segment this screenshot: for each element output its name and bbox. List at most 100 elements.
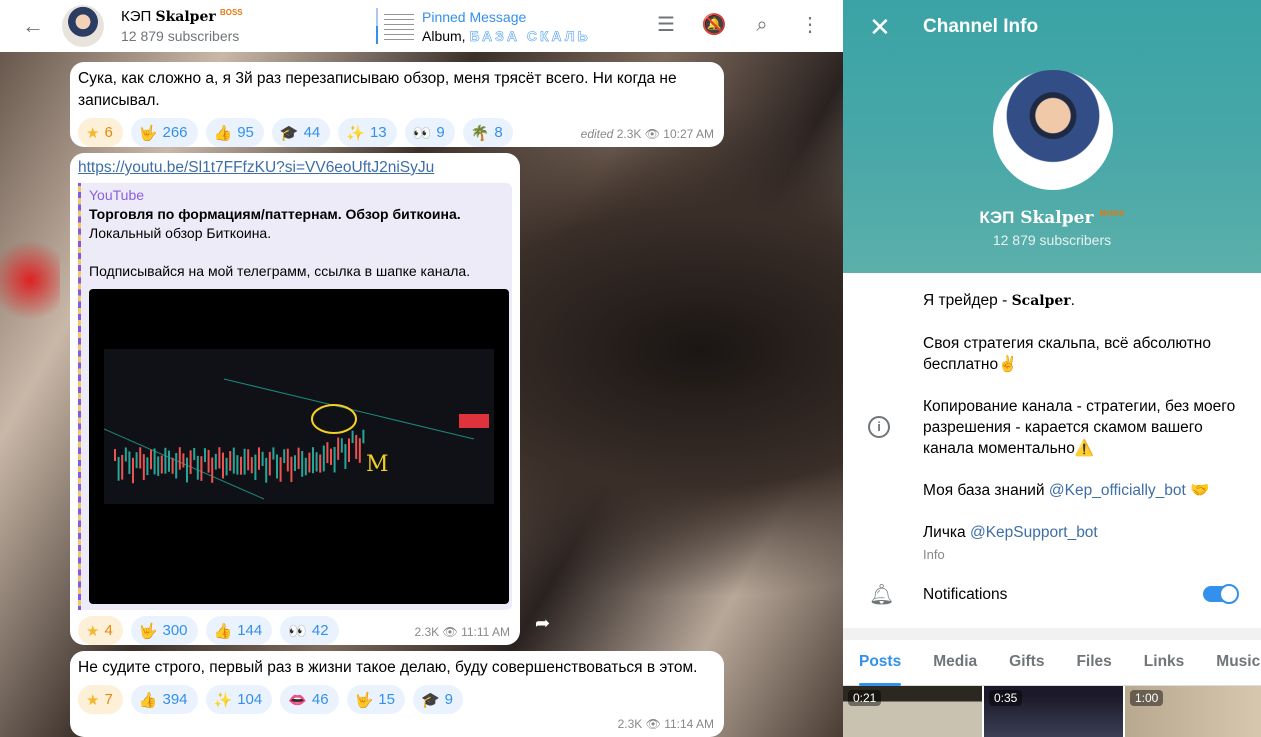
candle-mark bbox=[290, 456, 293, 483]
divider bbox=[843, 628, 1261, 640]
reaction-count: 9 bbox=[444, 691, 454, 708]
reaction[interactable]: 👀 42 bbox=[280, 616, 339, 645]
reaction[interactable]: 🤟 15 bbox=[346, 685, 405, 714]
candle-mark bbox=[236, 455, 239, 475]
tab-media[interactable]: Media bbox=[917, 640, 993, 685]
candle-mark bbox=[312, 447, 314, 474]
pinned-list-icon[interactable]: ☰ bbox=[653, 12, 679, 38]
message-text: Не судите строго, первый раз в жизни так… bbox=[78, 659, 698, 676]
video-thumbnail[interactable]: 1:00 bbox=[1125, 686, 1261, 737]
tab-music[interactable]: Music bbox=[1200, 640, 1261, 685]
more-menu-icon[interactable]: ⋮ bbox=[797, 12, 823, 38]
video-thumbnail[interactable]: 0:35 bbox=[984, 686, 1123, 737]
reaction[interactable]: ✨ 104 bbox=[205, 685, 273, 714]
tab-gifts[interactable]: Gifts bbox=[993, 640, 1060, 685]
tab-files[interactable]: Files bbox=[1060, 640, 1127, 685]
reaction-count: 394 bbox=[162, 691, 188, 708]
candle-mark bbox=[164, 447, 167, 474]
notifications-row[interactable]: 🔔︎ Notifications bbox=[843, 580, 1261, 610]
candle-mark bbox=[132, 457, 134, 484]
media-tabs: Posts Media Gifts Files Links Music bbox=[843, 640, 1261, 686]
reaction[interactable]: 👍 144 bbox=[205, 616, 273, 645]
preview-title: Торговля по формациям/паттернам. Обзор б… bbox=[89, 206, 461, 222]
candle-mark bbox=[200, 456, 203, 481]
tab-links[interactable]: Links bbox=[1128, 640, 1200, 685]
message-time: 10:27 AM bbox=[663, 127, 714, 141]
reaction-star[interactable]: ★ 7 bbox=[78, 685, 123, 714]
share-icon[interactable]: ➦ bbox=[535, 613, 559, 637]
reaction-count: 300 bbox=[162, 622, 188, 639]
candle-mark bbox=[168, 450, 170, 472]
eyes-icon: 👀 bbox=[412, 124, 432, 142]
desc-text: . bbox=[1070, 292, 1075, 309]
candle-mark bbox=[333, 446, 336, 473]
video-thumbnail[interactable]: 0:21 bbox=[843, 686, 982, 737]
subscriber-count: 12 879 subscribers bbox=[121, 28, 240, 44]
mute-bell-icon[interactable]: 🔕 bbox=[701, 12, 727, 38]
view-count: 2.3K bbox=[616, 127, 642, 141]
back-arrow-icon[interactable]: ← bbox=[22, 13, 44, 39]
notifications-toggle[interactable] bbox=[1203, 584, 1239, 604]
reaction[interactable]: 🎓 44 bbox=[271, 118, 331, 147]
candle-mark bbox=[175, 453, 178, 479]
support-link[interactable]: @KepSupport_bot bbox=[970, 524, 1098, 541]
pinned-prefix: Album, bbox=[422, 27, 466, 44]
message-time: 11:14 AM bbox=[664, 717, 714, 731]
candle-mark bbox=[204, 448, 206, 463]
reaction[interactable]: 👄 46 bbox=[280, 685, 339, 714]
star-icon: ★ bbox=[86, 691, 100, 709]
candle-mark bbox=[196, 455, 199, 480]
preview-image[interactable]: M bbox=[89, 289, 509, 604]
trading-chart-screenshot: M bbox=[103, 349, 494, 504]
message-meta: 2.3K 👁 11:11 AM bbox=[414, 625, 510, 639]
reaction-count: 95 bbox=[237, 124, 254, 141]
channel-avatar[interactable] bbox=[993, 70, 1113, 190]
star-icon: ★ bbox=[86, 124, 100, 142]
candle-mark bbox=[301, 451, 304, 477]
reaction-star[interactable]: ★ 4 bbox=[78, 616, 123, 645]
candle-mark bbox=[258, 447, 260, 470]
avatar[interactable] bbox=[62, 5, 104, 47]
channel-title[interactable]: КЭП Skalper BOSS 12 879 subscribers bbox=[121, 8, 243, 44]
bot-link[interactable]: @Kep_officially_bot bbox=[1049, 482, 1186, 499]
rock-hand-icon: 🤟 bbox=[138, 124, 158, 142]
candle-mark bbox=[279, 457, 282, 482]
svg-text:M: M bbox=[366, 452, 389, 477]
reaction[interactable]: 🌴 8 bbox=[462, 118, 513, 147]
reaction[interactable]: 👍 95 bbox=[205, 118, 264, 147]
video-duration: 1:00 bbox=[1130, 690, 1164, 706]
reaction[interactable]: 👀 9 bbox=[404, 118, 455, 147]
reaction[interactable]: 👍 394 bbox=[130, 685, 198, 714]
candle-mark bbox=[240, 456, 242, 475]
reaction[interactable]: 🎓 9 bbox=[412, 685, 464, 714]
reaction[interactable]: 🤟 266 bbox=[130, 118, 198, 147]
desc-text: Моя база знаний bbox=[923, 482, 1049, 499]
thumbs-up-icon: 👍 bbox=[213, 124, 233, 142]
pinned-message[interactable]: Pinned Message Album, БАЗА СКАЛЬ bbox=[376, 8, 591, 44]
thumbs-up-icon: 👍 bbox=[213, 622, 233, 640]
eye-icon: 👁 bbox=[645, 717, 661, 731]
close-icon[interactable]: ✕ bbox=[869, 12, 891, 43]
candle-mark bbox=[261, 451, 264, 467]
message-meta: 2.3K 👁 11:14 AM bbox=[618, 717, 714, 731]
candle-mark bbox=[225, 457, 228, 476]
candle-mark bbox=[229, 451, 232, 471]
candle-mark bbox=[250, 457, 253, 474]
pinned-indicator bbox=[376, 8, 378, 44]
reaction[interactable]: 🤟 300 bbox=[130, 616, 198, 645]
tab-posts[interactable]: Posts bbox=[843, 640, 917, 686]
candle-mark bbox=[182, 453, 185, 468]
reaction[interactable]: ✨ 13 bbox=[338, 118, 397, 147]
candle-mark bbox=[160, 455, 163, 474]
message-3: Не судите строго, первый раз в жизни так… bbox=[70, 651, 724, 737]
info-icon: i bbox=[868, 416, 890, 438]
name-text: КЭП bbox=[979, 208, 1015, 227]
search-icon[interactable]: ⌕ bbox=[749, 12, 775, 38]
candle-mark bbox=[254, 454, 257, 481]
reaction-count: 13 bbox=[369, 124, 387, 141]
candle-mark bbox=[218, 447, 221, 469]
reaction-star[interactable]: ★ 6 bbox=[78, 118, 123, 147]
candle-mark bbox=[150, 449, 152, 470]
youtube-link[interactable]: https://youtu.be/Sl1t7FFfzKU?si=VV6eoUft… bbox=[78, 159, 434, 176]
link-preview[interactable]: YouTube Торговля по формациям/паттернам.… bbox=[78, 183, 512, 610]
